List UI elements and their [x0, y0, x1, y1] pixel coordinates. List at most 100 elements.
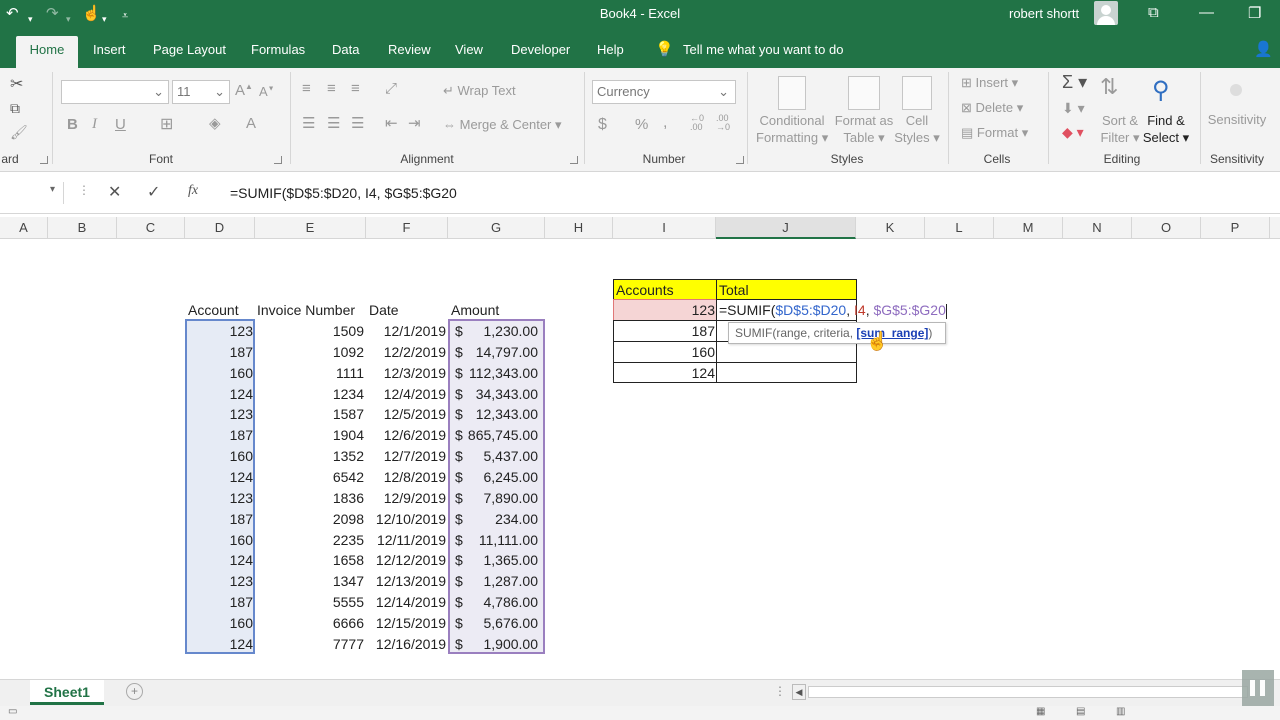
increase-decimal-icon[interactable]: ←0.00 — [690, 114, 704, 132]
amount-cell[interactable]: $1,287.00 — [448, 571, 545, 591]
insert-function-icon[interactable]: fx — [188, 183, 198, 199]
merge-center-button[interactable]: ⇔ Merge & Center ▾ — [443, 117, 562, 133]
format-cells-button[interactable]: ▤ Format ▾ — [961, 125, 1028, 141]
clipboard-launcher-icon[interactable] — [40, 156, 48, 164]
formula-input[interactable]: =SUMIF($D$5:$D20, I4, $G$5:$G20 — [230, 185, 457, 201]
column-header-p[interactable]: P — [1201, 217, 1270, 239]
wrap-text-button[interactable]: ↵ Wrap Text — [443, 83, 516, 99]
account-cell[interactable]: 160 — [185, 446, 255, 466]
column-header-a[interactable]: A — [0, 217, 48, 239]
summary-account-3[interactable]: 160 — [613, 342, 717, 362]
column-header-c[interactable]: C — [117, 217, 185, 239]
comma-style-button[interactable]: , — [663, 114, 667, 132]
date-cell[interactable]: 12/2/2019 — [366, 342, 448, 362]
invoice-cell[interactable]: 2098 — [255, 509, 366, 529]
header-date[interactable]: Date — [369, 300, 399, 320]
invoice-cell[interactable]: 6542 — [255, 467, 366, 487]
scroll-left-icon[interactable]: ◀ — [792, 684, 806, 700]
invoice-cell[interactable]: 1509 — [255, 321, 366, 341]
date-cell[interactable]: 12/10/2019 — [366, 509, 448, 529]
header-account[interactable]: Account — [188, 300, 239, 320]
summary-account-2[interactable]: 187 — [613, 321, 717, 341]
invoice-cell[interactable]: 6666 — [255, 613, 366, 633]
enter-icon[interactable]: ✓ — [147, 182, 160, 202]
editing-cell-formula[interactable]: =SUMIF($D$5:$D20, I4, $G$5:$G20 — [719, 300, 947, 320]
header-amount[interactable]: Amount — [451, 300, 499, 320]
date-cell[interactable]: 12/7/2019 — [366, 446, 448, 466]
align-right-icon[interactable]: ☰ — [351, 114, 364, 132]
account-cell[interactable]: 124 — [185, 634, 255, 654]
ribbon-display-icon[interactable]: ⧉ — [1148, 4, 1159, 21]
bold-button[interactable]: B — [67, 116, 78, 133]
horizontal-scrollbar[interactable] — [808, 686, 1248, 698]
header-accounts[interactable]: Accounts — [613, 279, 717, 300]
find-select-button[interactable]: Find & Select ▾ — [1140, 112, 1192, 146]
fill-icon[interactable]: ⬇ ▾ — [1062, 100, 1085, 117]
page-break-view-icon[interactable]: ▥ — [1116, 706, 1125, 717]
column-header-j[interactable]: J — [716, 217, 856, 239]
invoice-cell[interactable]: 1234 — [255, 384, 366, 404]
column-header-o[interactable]: O — [1132, 217, 1201, 239]
invoice-cell[interactable]: 1904 — [255, 425, 366, 445]
invoice-cell[interactable]: 1658 — [255, 550, 366, 570]
underline-button[interactable]: U — [115, 116, 126, 133]
font-color-icon[interactable]: A — [246, 115, 256, 132]
copy-icon[interactable]: ⧉ — [10, 100, 20, 117]
increase-indent-icon[interactable]: ⇥ — [408, 114, 421, 132]
tab-view[interactable]: View — [455, 42, 483, 57]
sensitivity-button[interactable]: Sensitivity — [1206, 112, 1268, 127]
minimize-icon[interactable]: — — [1199, 4, 1214, 21]
column-header-f[interactable]: F — [366, 217, 448, 239]
column-header-b[interactable]: B — [48, 217, 117, 239]
column-header-n[interactable]: N — [1063, 217, 1132, 239]
account-cell[interactable]: 160 — [185, 530, 255, 550]
amount-cell[interactable]: $5,676.00 — [448, 613, 545, 633]
conditional-formatting-button[interactable]: Conditional Formatting ▾ — [756, 112, 828, 146]
orientation-icon[interactable]: ⤢ — [385, 80, 397, 97]
date-cell[interactable]: 12/13/2019 — [366, 571, 448, 591]
shrink-font-icon[interactable]: A▼ — [259, 84, 275, 99]
date-cell[interactable]: 12/16/2019 — [366, 634, 448, 654]
account-cell[interactable]: 187 — [185, 425, 255, 445]
tab-page-layout[interactable]: Page Layout — [153, 42, 226, 57]
name-box[interactable]: ▾ — [0, 182, 64, 204]
date-cell[interactable]: 12/3/2019 — [366, 363, 448, 383]
account-cell[interactable]: 123 — [185, 404, 255, 424]
summary-account-1[interactable]: 123 — [613, 300, 717, 320]
amount-cell[interactable]: $11,111.00 — [448, 530, 545, 550]
account-cell[interactable]: 123 — [185, 321, 255, 341]
amount-cell[interactable]: $6,245.00 — [448, 467, 545, 487]
account-cell[interactable]: 123 — [185, 571, 255, 591]
account-cell[interactable]: 124 — [185, 550, 255, 570]
tab-home[interactable]: Home — [16, 36, 78, 68]
date-cell[interactable]: 12/4/2019 — [366, 384, 448, 404]
invoice-cell[interactable]: 5555 — [255, 592, 366, 612]
summary-account-4[interactable]: 124 — [613, 363, 717, 383]
column-header-l[interactable]: L — [925, 217, 994, 239]
amount-cell[interactable]: $1,230.00 — [448, 321, 545, 341]
amount-cell[interactable]: $14,797.00 — [448, 342, 545, 362]
invoice-cell[interactable]: 7777 — [255, 634, 366, 654]
invoice-cell[interactable]: 1836 — [255, 488, 366, 508]
amount-cell[interactable]: $1,900.00 — [448, 634, 545, 654]
format-painter-icon[interactable]: 🖌 — [10, 124, 28, 141]
share-icon[interactable]: 👤 — [1254, 40, 1273, 58]
tab-help[interactable]: Help — [597, 42, 624, 57]
column-header-g[interactable]: G — [448, 217, 545, 239]
format-as-table-button[interactable]: Format as Table ▾ — [832, 112, 896, 146]
decrease-indent-icon[interactable]: ⇤ — [385, 114, 398, 132]
percent-button[interactable]: % — [635, 116, 648, 133]
account-cell[interactable]: 124 — [185, 467, 255, 487]
account-cell[interactable]: 160 — [185, 613, 255, 633]
account-cell[interactable]: 187 — [185, 342, 255, 362]
account-cell[interactable]: 187 — [185, 509, 255, 529]
alignment-launcher-icon[interactable] — [570, 156, 578, 164]
column-header-k[interactable]: K — [856, 217, 925, 239]
date-cell[interactable]: 12/5/2019 — [366, 404, 448, 424]
sheet-tab-sheet1[interactable]: Sheet1 — [30, 680, 104, 705]
invoice-cell[interactable]: 1092 — [255, 342, 366, 362]
date-cell[interactable]: 12/11/2019 — [366, 530, 448, 550]
column-header-h[interactable]: H — [545, 217, 613, 239]
date-cell[interactable]: 12/8/2019 — [366, 467, 448, 487]
page-layout-view-icon[interactable]: ▤ — [1076, 706, 1085, 717]
